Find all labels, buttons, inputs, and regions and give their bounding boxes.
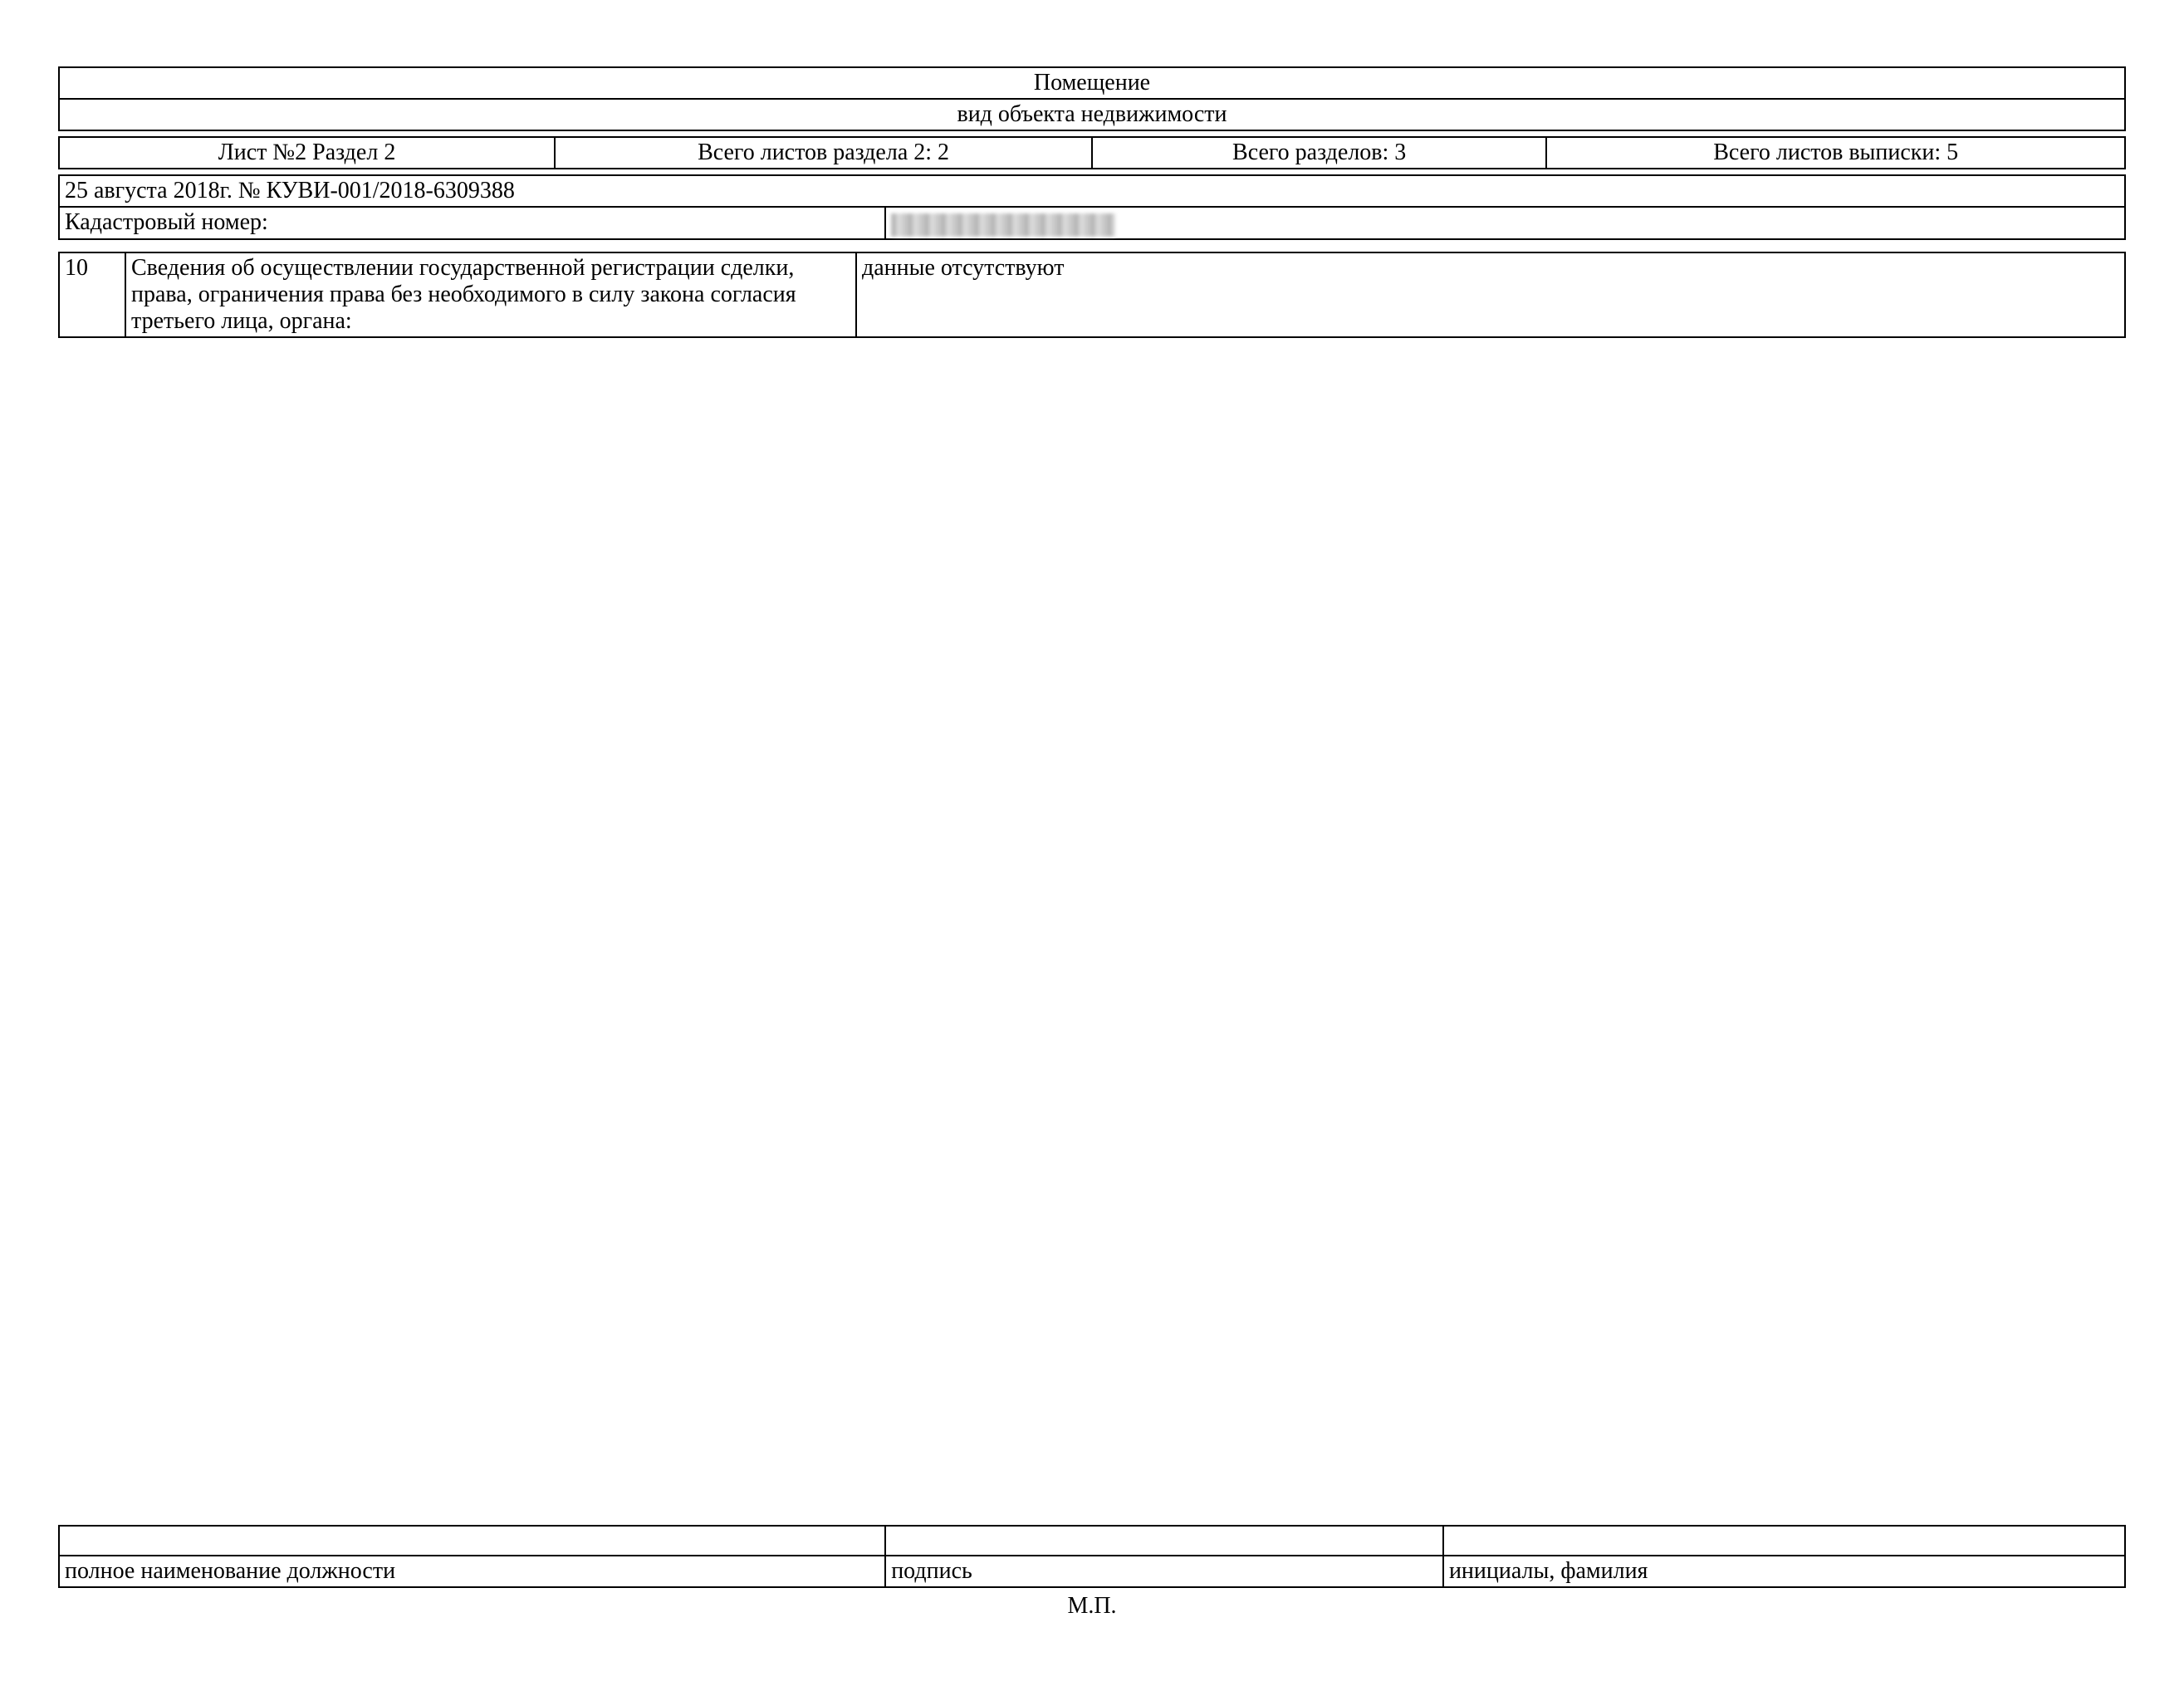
cadastral-label: Кадастровый номер:	[59, 207, 885, 239]
row10-value: данные отсутствуют	[856, 252, 2125, 337]
meta-table: 25 августа 2018г. № КУВИ-001/2018-630938…	[58, 174, 2126, 240]
row10-label: Сведения об осуществлении государственно…	[125, 252, 856, 337]
counts-table: Лист №2 Раздел 2 Всего листов раздела 2:…	[58, 136, 2126, 169]
sig-label-signature: подпись	[885, 1556, 1443, 1587]
total-sections: Всего разделов: 3	[1092, 137, 1546, 169]
data-row-10: 10 Сведения об осуществлении государстве…	[58, 252, 2126, 338]
sig-blank-2	[885, 1526, 1443, 1556]
sheet-section: Лист №2 Раздел 2	[59, 137, 555, 169]
signature-table: полное наименование должности подпись ин…	[58, 1525, 2126, 1588]
footer-block: полное наименование должности подпись ин…	[58, 1525, 2126, 1620]
total-extract-sheets: Всего листов выписки: 5	[1546, 137, 2125, 169]
sig-blank-1	[59, 1526, 885, 1556]
object-title: Помещение	[59, 67, 2125, 99]
sig-label-name: инициалы, фамилия	[1443, 1556, 2125, 1587]
date-doc: 25 августа 2018г. № КУВИ-001/2018-630938…	[59, 175, 2125, 207]
cadastral-value	[885, 207, 2125, 239]
redacted-icon	[891, 213, 1115, 237]
sig-blank-3	[1443, 1526, 2125, 1556]
object-subtitle: вид объекта недвижимости	[59, 99, 2125, 130]
sig-label-position: полное наименование должности	[59, 1556, 885, 1587]
row10-number: 10	[59, 252, 125, 337]
header-table: Помещение вид объекта недвижимости	[58, 66, 2126, 131]
stamp-label: М.П.	[58, 1593, 2126, 1620]
total-section-sheets: Всего листов раздела 2: 2	[555, 137, 1092, 169]
